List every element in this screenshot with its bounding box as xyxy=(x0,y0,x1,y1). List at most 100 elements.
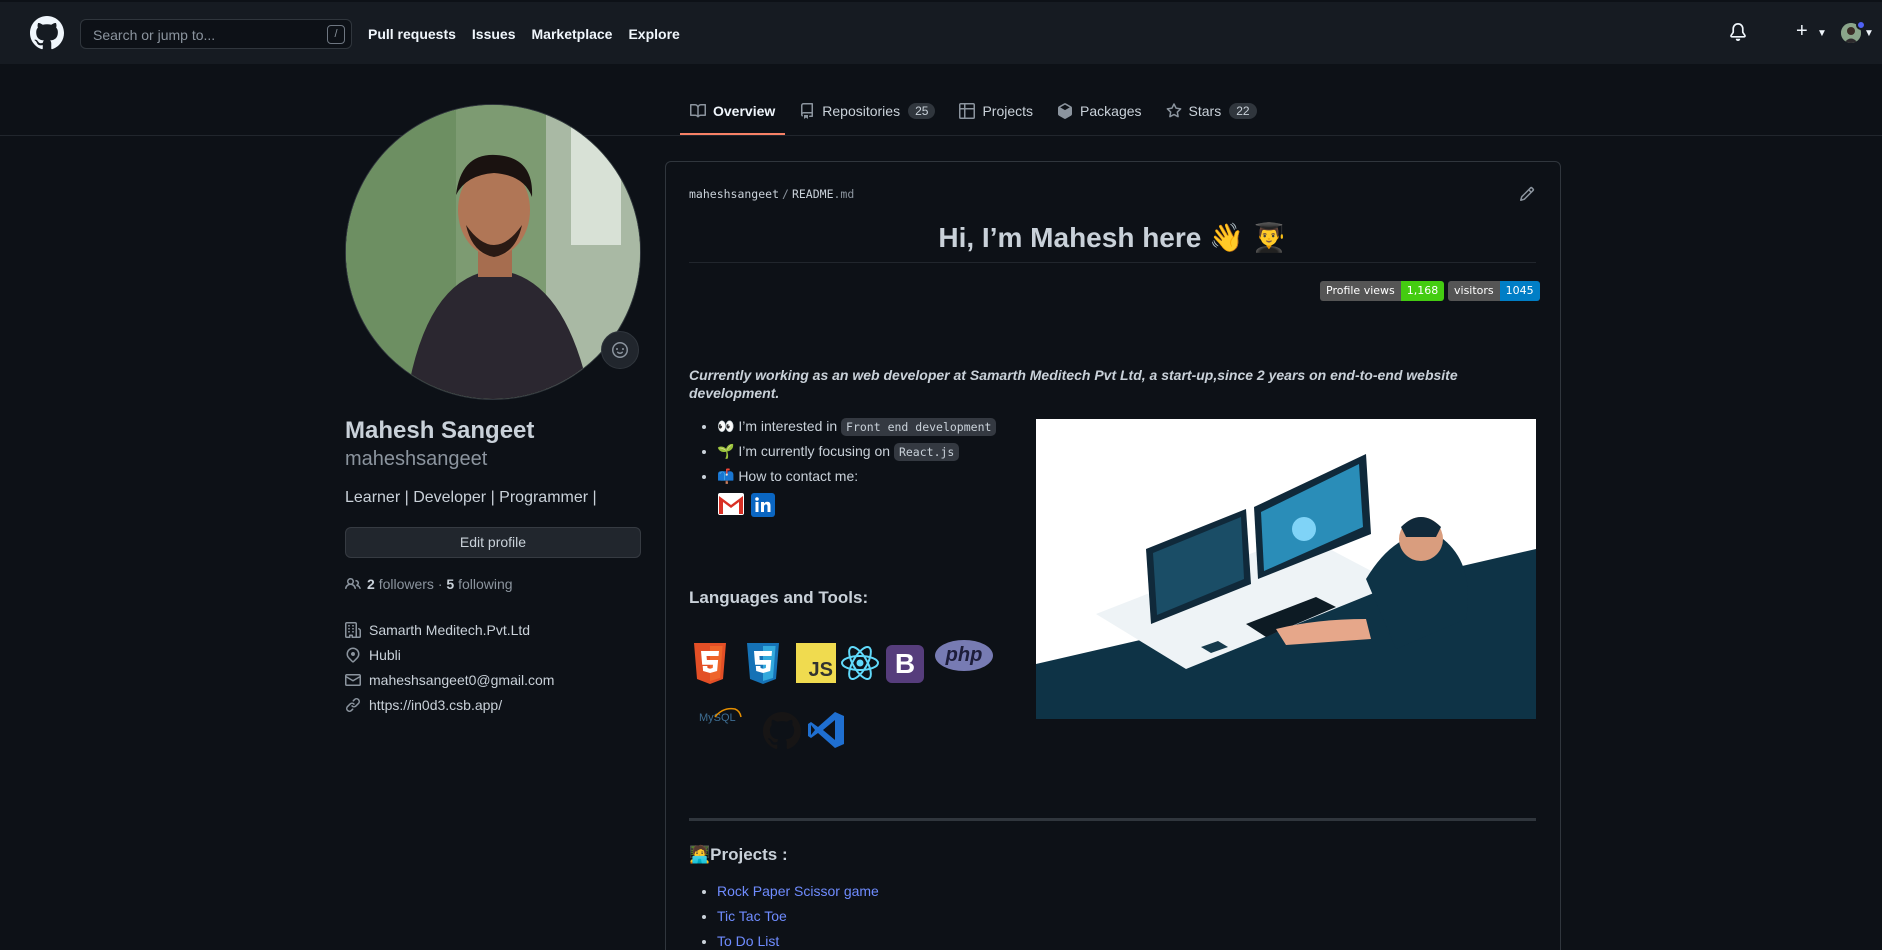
php-icon: php xyxy=(935,640,993,671)
javascript-icon: JS xyxy=(796,643,836,683)
star-icon xyxy=(1166,103,1181,118)
list-item: 📫 How to contact me: xyxy=(717,468,996,493)
js-text: JS xyxy=(808,659,833,681)
github-mark-icon xyxy=(763,712,801,750)
nav-issues[interactable]: Issues xyxy=(472,26,516,42)
repo-icon xyxy=(801,103,814,119)
badge-label: visitors xyxy=(1448,281,1500,301)
profile-details: Samarth Meditech.Pvt.Ltd Hubli maheshsan… xyxy=(345,617,554,717)
profile-views-badge: Profile views 1,168 xyxy=(1320,281,1445,301)
readme-path-file[interactable]: README xyxy=(792,187,834,201)
tab-packages[interactable]: Packages xyxy=(1047,98,1151,124)
global-nav: Pull requests Issues Marketplace Explore xyxy=(368,26,680,42)
react-icon xyxy=(841,646,879,680)
search-shortcut-key: / xyxy=(327,25,345,44)
edit-profile-button[interactable]: Edit profile xyxy=(345,527,641,558)
projects-title: 🧑‍💻Projects : xyxy=(689,845,788,864)
bootstrap-icon: B xyxy=(886,645,924,683)
follow-stats: 2 followers · 5 following xyxy=(345,576,513,592)
link-icon xyxy=(345,697,361,712)
search-placeholder: Search or jump to... xyxy=(93,27,216,43)
list-item: 🌱 I’m currently focusing on React.js xyxy=(717,443,996,468)
mysql-dolphin-icon xyxy=(714,707,742,718)
languages-title: Languages and Tools: xyxy=(689,588,869,607)
list-item: 👀 I’m interested in Front end developmen… xyxy=(717,418,997,443)
readme-path-user[interactable]: maheshsangeet xyxy=(689,187,779,201)
detail-website[interactable]: https://in0d3.csb.app/ xyxy=(345,692,554,717)
tab-stars[interactable]: Stars 22 xyxy=(1156,98,1267,124)
global-header: Search or jump to... / Pull requests Iss… xyxy=(0,2,1882,64)
followers-label[interactable]: followers xyxy=(379,576,434,592)
set-status-button[interactable] xyxy=(601,331,639,369)
chevron-down-icon[interactable]: ▼ xyxy=(1817,28,1827,39)
repositories-count-badge: 25 xyxy=(908,103,936,119)
contact-icons xyxy=(717,493,775,517)
nav-explore[interactable]: Explore xyxy=(628,26,679,42)
project-link-tic-tac-toe[interactable]: Tic Tac Toe xyxy=(717,908,787,924)
css3-icon xyxy=(747,643,779,684)
badge-value: 1,168 xyxy=(1400,281,1445,301)
badge-label: Profile views xyxy=(1320,281,1401,301)
profile-fullname: Mahesh Sangeet xyxy=(345,417,535,444)
people-icon xyxy=(345,577,361,590)
location-text: Hubli xyxy=(369,646,401,663)
tab-label: Packages xyxy=(1080,103,1142,119)
package-icon xyxy=(1058,103,1073,119)
notifications-bell-icon[interactable] xyxy=(1729,22,1747,42)
email-link[interactable]: maheshsangeet0@gmail.com xyxy=(369,672,554,688)
tab-label: Projects xyxy=(982,103,1034,119)
followers-count[interactable]: 2 xyxy=(367,576,375,592)
website-link[interactable]: https://in0d3.csb.app/ xyxy=(369,697,502,713)
readme-path-separator: / xyxy=(782,187,789,201)
nav-marketplace[interactable]: Marketplace xyxy=(532,26,613,42)
following-count[interactable]: 5 xyxy=(446,576,454,592)
section-divider xyxy=(689,818,1536,821)
book-icon xyxy=(690,103,706,118)
profile-tabs: Overview Repositories 25 Projects Packag… xyxy=(680,98,1271,136)
location-icon xyxy=(346,646,360,663)
vscode-icon xyxy=(808,712,844,748)
focus-text: 🌱 I’m currently focusing on xyxy=(717,443,894,459)
interest-text: 👀 I’m interested in xyxy=(717,418,842,434)
github-logo-icon[interactable] xyxy=(30,16,64,50)
detail-email[interactable]: maheshsangeet0@gmail.com xyxy=(345,667,554,692)
following-label[interactable]: following xyxy=(458,576,512,592)
tab-repositories[interactable]: Repositories 25 xyxy=(789,98,945,124)
tab-label: Overview xyxy=(713,103,776,119)
profile-avatar xyxy=(345,104,641,400)
company-text: Samarth Meditech.Pvt.Ltd xyxy=(369,621,531,638)
edit-pencil-icon[interactable] xyxy=(1519,186,1535,202)
visitors-badge: visitors 1045 xyxy=(1448,281,1540,301)
project-link-rock-paper-scissor[interactable]: Rock Paper Scissor game xyxy=(717,883,879,899)
tab-overview[interactable]: Overview xyxy=(680,98,786,135)
interest-code: Front end development xyxy=(841,418,997,436)
detail-company: Samarth Meditech.Pvt.Ltd xyxy=(345,617,554,642)
html5-icon xyxy=(694,643,726,684)
focus-code: React.js xyxy=(893,443,960,461)
chevron-down-icon[interactable]: ▼ xyxy=(1864,28,1874,39)
smiley-icon xyxy=(612,342,628,358)
readme-intro: Currently working as an web developer at… xyxy=(689,367,1458,401)
table-icon xyxy=(959,103,976,119)
readme-path[interactable]: maheshsangeet / README.md xyxy=(689,187,854,201)
gmail-icon[interactable] xyxy=(717,493,745,515)
linkedin-icon[interactable] xyxy=(751,493,775,517)
tab-label: Repositories xyxy=(822,103,901,119)
tab-label: Stars xyxy=(1188,103,1222,119)
developer-illustration xyxy=(1036,419,1536,719)
badge-value: 1045 xyxy=(1499,281,1540,301)
list-item: Rock Paper Scissor game xyxy=(717,883,879,908)
mail-icon xyxy=(345,673,361,686)
organization-icon xyxy=(345,621,361,638)
search-input[interactable]: Search or jump to... / xyxy=(80,19,352,49)
readme-title: Hi, I’m Mahesh here 👋 👨‍🎓 xyxy=(938,222,1287,253)
nav-pull-requests[interactable]: Pull requests xyxy=(368,26,456,42)
project-link-to-do-list[interactable]: To Do List xyxy=(717,933,779,949)
tab-projects[interactable]: Projects xyxy=(949,98,1043,124)
follow-separator: · xyxy=(437,576,443,592)
readme-path-ext: .md xyxy=(833,187,855,201)
create-new-plus-icon[interactable]: + xyxy=(1796,20,1808,43)
projects-list: Rock Paper Scissor game Tic Tac Toe To D… xyxy=(717,883,879,950)
detail-location: Hubli xyxy=(345,642,554,667)
list-item: Tic Tac Toe xyxy=(717,908,879,933)
